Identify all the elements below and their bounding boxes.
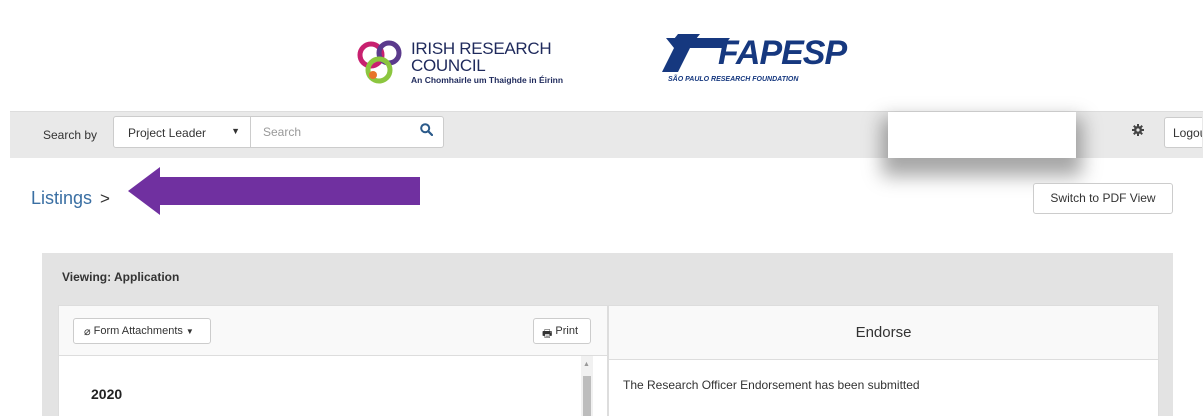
endorse-title: Endorse: [609, 306, 1158, 360]
scroll-up-icon[interactable]: ▲: [583, 361, 590, 368]
printer-icon: 🖶: [542, 328, 553, 340]
breadcrumb-separator: >: [100, 188, 110, 208]
form-year-heading: 2020: [91, 386, 123, 402]
form-attachments-button[interactable]: ⌀ Form Attachments ▼: [73, 318, 211, 344]
irc-title: IRISH RESEARCH COUNCIL: [411, 38, 552, 75]
form-toolbar: ⌀ Form Attachments ▼ 🖶 Print: [59, 306, 607, 356]
fapesp-logo: FAPESP SÃO PAULO RESEARCH FOUNDATION: [660, 30, 847, 90]
print-button[interactable]: 🖶 Print: [533, 318, 591, 344]
viewing-title: Viewing: Application: [62, 270, 180, 284]
application-form-card: ⌀ Form Attachments ▼ 🖶 Print 2020 ▲: [58, 305, 608, 416]
annotation-arrow-icon: [128, 167, 420, 215]
search-input[interactable]: [251, 116, 444, 148]
irish-research-council-logo: IRISH RESEARCH COUNCIL An Chomhairle um …: [355, 29, 613, 95]
search-field-value: Project Leader: [128, 126, 207, 140]
switch-to-pdf-button[interactable]: Switch to PDF View: [1033, 183, 1173, 214]
breadcrumb-listings-link[interactable]: Listings: [31, 188, 92, 209]
form-scrollbar[interactable]: ▲: [581, 356, 593, 416]
logout-button[interactable]: Logout: [1164, 117, 1202, 148]
search-icon[interactable]: [420, 123, 433, 136]
search-field-select[interactable]: Project Leader ▼: [113, 116, 251, 148]
endorse-card: Endorse The Research Officer Endorsement…: [608, 305, 1159, 416]
paperclip-icon: ⌀: [84, 326, 91, 338]
caret-down-icon: ▼: [185, 327, 194, 336]
print-label: Print: [555, 325, 579, 337]
endorsement-status-message: The Research Officer Endorsement has bee…: [623, 378, 920, 392]
fapesp-subtitle: SÃO PAULO RESEARCH FOUNDATION: [668, 76, 799, 83]
user-name-redacted: [888, 112, 1076, 158]
irc-subtitle: An Chomhairle um Thaighde in Éirinn: [411, 74, 564, 85]
scrollbar-thumb[interactable]: [583, 376, 591, 416]
viewing-panel: Viewing: Application ⌀ Form Attachments …: [42, 253, 1173, 416]
gear-icon[interactable]: [1132, 124, 1144, 136]
breadcrumb: Listings >: [31, 188, 110, 209]
form-attachments-label: Form Attachments: [93, 325, 183, 337]
caret-down-icon: ▼: [231, 126, 240, 136]
fapesp-name: FAPESP: [718, 34, 847, 72]
search-by-label: Search by: [43, 128, 98, 142]
irc-knot-icon: [357, 40, 402, 84]
